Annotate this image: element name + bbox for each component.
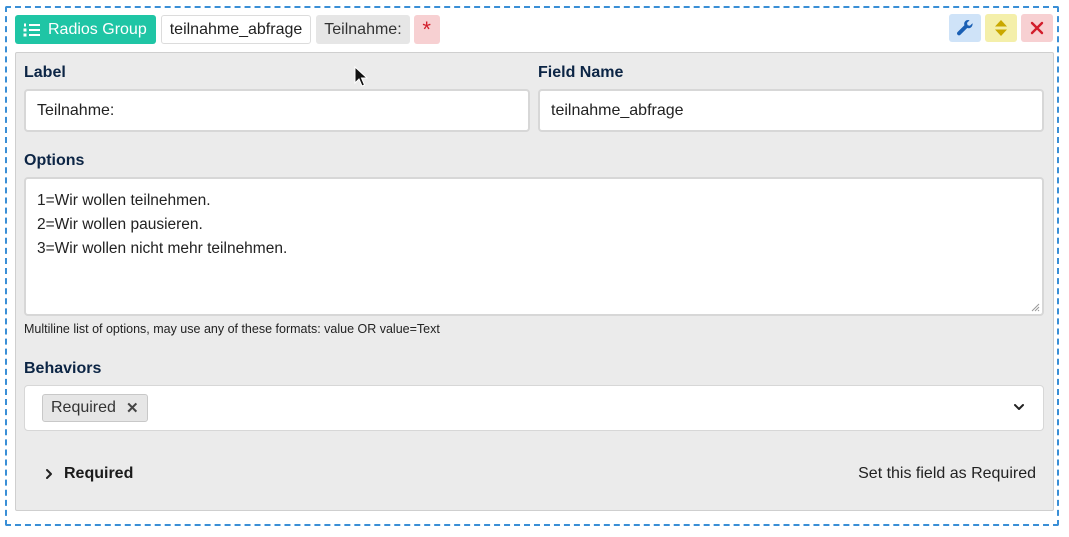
options-title: Options — [24, 152, 85, 169]
field-name-input[interactable]: teilnahme_abfrage — [538, 89, 1044, 132]
field-header: Radios Group teilnahme_abfrage Teilnahme… — [15, 15, 440, 44]
field-name-chip: teilnahme_abfrage — [160, 15, 312, 44]
required-marker: * — [413, 15, 440, 44]
behaviors-select[interactable]: Required ✕ — [24, 385, 1044, 431]
behavior-tag-required: Required ✕ — [42, 394, 148, 422]
mouse-cursor-icon — [354, 66, 368, 87]
behavior-tag-label: Required — [51, 399, 116, 416]
move-button[interactable] — [985, 14, 1017, 42]
options-help-text: Multiline list of options, may use any o… — [24, 322, 440, 336]
label-input[interactable]: Teilnahme: — [24, 89, 530, 132]
remove-tag-icon[interactable]: ✕ — [126, 399, 139, 417]
field-settings-panel: Label Teilnahme: Field Name teilnahme_ab… — [15, 52, 1054, 511]
options-textarea[interactable]: 1=Wir wollen teilnehmen. 2=Wir wollen pa… — [24, 177, 1044, 316]
sort-icon — [995, 20, 1007, 36]
behavior-row-required[interactable]: Required Set this field as Required — [24, 464, 1044, 484]
option-line: 3=Wir wollen nicht mehr teilnehmen. — [37, 240, 288, 257]
field-type-badge: Radios Group — [15, 15, 156, 44]
chevron-down-icon[interactable] — [1013, 401, 1025, 413]
behavior-row-title: Required — [64, 465, 134, 482]
delete-button[interactable] — [1021, 14, 1053, 42]
field-name-title: Field Name — [538, 64, 624, 81]
option-line: 1=Wir wollen teilnehmen. — [37, 192, 211, 209]
behavior-row-description: Set this field as Required — [858, 465, 1036, 482]
wrench-icon — [957, 19, 973, 36]
chevron-right-icon — [46, 469, 52, 479]
list-ordered-icon — [23, 23, 40, 36]
behaviors-title: Behaviors — [24, 360, 102, 377]
close-icon — [1030, 21, 1044, 35]
field-actions — [949, 14, 1053, 42]
field-type-label: Radios Group — [48, 20, 147, 38]
resize-handle-icon[interactable] — [1030, 302, 1040, 312]
settings-button[interactable] — [949, 14, 981, 42]
label-field-title: Label — [24, 64, 66, 81]
option-line: 2=Wir wollen pausieren. — [37, 216, 203, 233]
field-label-chip: Teilnahme: — [316, 15, 410, 44]
